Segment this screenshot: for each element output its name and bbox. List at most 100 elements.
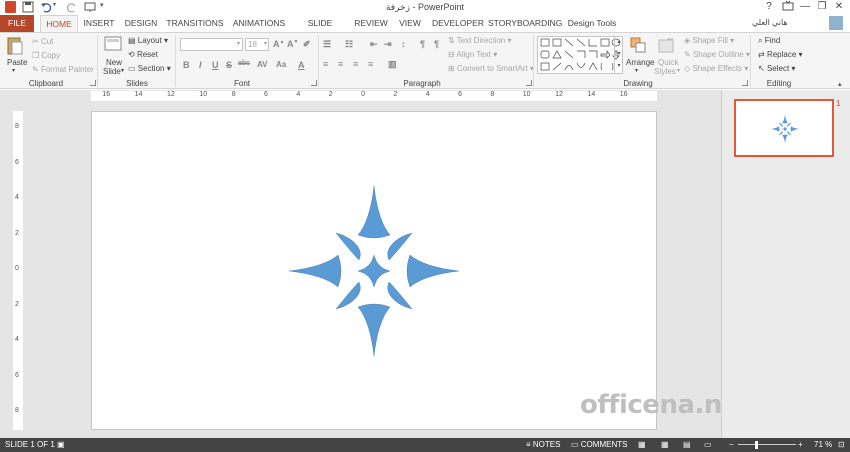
format-painter-button[interactable]: ✎ Format Painter [32,65,94,74]
rtl-button[interactable]: ¶ [420,39,425,49]
bullets-button[interactable]: ☰ [323,39,331,50]
change-case-button[interactable]: Aa [276,60,286,69]
arrange-icon[interactable] [629,36,647,56]
clear-formatting-button[interactable]: ✐ [303,39,311,50]
font-size-field[interactable]: 18 ▾ [245,38,269,51]
collapse-ribbon-icon[interactable]: ▴ [838,80,842,88]
zoom-in-button[interactable]: + [798,440,803,449]
replace-button[interactable]: ⇄ Replace ▾ [758,50,803,59]
ornament-star-shape[interactable] [92,112,658,431]
quick-styles-button-line2[interactable]: Styles [654,67,676,76]
columns-button[interactable]: ▥ [388,59,397,70]
justify-button[interactable]: ≡ [368,59,373,69]
italic-button[interactable]: I [199,60,202,70]
align-text-button[interactable]: ⊟ Align Text ▾ [448,50,497,59]
grow-font-button[interactable]: A▲ [273,39,284,49]
tab-developer[interactable]: DEVELOPER [432,15,484,32]
paste-button[interactable]: Paste [7,58,27,67]
find-button[interactable]: ⌕ Find [758,36,780,46]
shape-effects-button[interactable]: ◇ Shape Effects ▾ [684,64,748,73]
shapes-gallery[interactable] [537,36,623,74]
slide-sorter-view-icon[interactable]: ▦ [661,440,669,449]
help-icon[interactable]: ? [762,0,776,14]
new-slide-button-line1[interactable]: New [106,58,122,67]
minimize-button[interactable]: — [798,0,812,14]
paragraph-launcher-icon[interactable] [526,80,532,86]
paste-dropdown-icon[interactable]: ▾ [12,67,15,74]
slide-thumbnail[interactable] [734,99,834,157]
text-direction-button[interactable]: ⇅ Text Direction ▾ [448,36,512,45]
strikethrough-button[interactable]: S [226,60,232,70]
zoom-slider[interactable] [738,444,796,445]
avatar[interactable] [829,16,843,30]
convert-smartart-button[interactable]: ⊞ Convert to SmartArt ▾ [448,64,534,73]
numbering-button[interactable]: ☷ [345,39,353,50]
font-name-field[interactable]: ▾ [180,38,243,51]
font-size-dropdown-icon[interactable]: ▾ [264,40,267,47]
tab-transitions[interactable]: TRANSITIONS [166,15,224,32]
font-launcher-icon[interactable] [311,80,317,86]
arrange-dropdown-icon[interactable]: ▾ [635,67,638,74]
ribbon-display-icon[interactable] [781,0,795,14]
slideshow-view-icon[interactable]: ▭ [704,440,712,449]
quick-styles-dropdown-icon[interactable]: ▾ [677,67,680,74]
section-button[interactable]: ▭ Section ▾ [128,64,171,73]
tab-storyboarding[interactable]: STORYBOARDING [488,15,562,32]
select-button[interactable]: ↖ Select ▾ [758,64,795,73]
cut-button[interactable]: ✂ Cut [32,37,53,46]
tab-design[interactable]: DESIGN [123,15,159,32]
shapes-gallery-more-icon[interactable]: ▴ ▾ ▾ [614,36,623,74]
tab-slide-show[interactable]: SLIDE SHOW [294,15,346,45]
clipboard-launcher-icon[interactable] [90,80,96,86]
paste-icon[interactable] [6,36,24,56]
copy-button[interactable]: ❐ Copy [32,51,60,60]
shrink-font-button[interactable]: A▼ [287,39,298,49]
shadow-button[interactable]: abc [238,60,250,67]
tab-design-tools[interactable]: Design Tools [566,15,618,32]
ltr-button[interactable]: ¶ [434,39,439,49]
shape-fill-button[interactable]: ◈ Shape Fill ▾ [684,36,734,45]
zoom-out-button[interactable]: − [729,440,734,449]
zoom-level[interactable]: 71 % [814,440,832,449]
increase-indent-button[interactable]: ⇥ [384,39,392,50]
line-spacing-button[interactable]: ↕ [401,39,406,49]
user-name[interactable]: هاني العلي [752,18,788,27]
tab-review[interactable]: REVIEW [353,15,389,32]
align-left-button[interactable]: ≡ [323,59,328,69]
slide-counter[interactable]: SLIDE 1 OF 1 [5,440,55,449]
font-color-button[interactable]: A [298,60,305,70]
reading-view-icon[interactable]: ▤ [683,440,691,449]
arrange-button[interactable]: Arrange [626,58,654,67]
close-button[interactable]: ✕ [832,0,846,14]
tab-insert[interactable]: INSERT [82,15,116,32]
notes-button[interactable]: ≡ NOTES [526,440,560,449]
decrease-indent-button[interactable]: ⇤ [370,39,378,50]
reset-button[interactable]: ⟲ Reset [128,50,158,59]
zoom-slider-thumb[interactable] [755,441,758,449]
drawing-launcher-icon[interactable] [742,80,748,86]
tab-animations[interactable]: ANIMATIONS [230,15,288,32]
quick-styles-button-line1[interactable]: Quick [658,58,678,67]
bold-button[interactable]: B [183,60,190,70]
tab-file[interactable]: FILE [0,15,34,32]
slide-canvas[interactable] [91,111,657,430]
layout-button[interactable]: ▤ Layout ▾ [128,36,168,45]
font-name-dropdown-icon[interactable]: ▾ [237,40,240,47]
new-slide-icon[interactable] [104,36,122,52]
comments-button[interactable]: ▭ COMMENTS [571,440,627,449]
restore-button[interactable]: ❐ [815,0,829,14]
fit-to-window-icon[interactable]: ⊡ [838,440,845,449]
tab-home[interactable]: HOME [40,15,78,33]
spell-check-icon[interactable]: ▣ [57,440,65,449]
new-slide-button-line2[interactable]: Slide [103,67,121,76]
horizontal-ruler[interactable]: 16 14 12 10 8 6 4 2 0 2 4 6 8 10 12 14 16 [91,91,657,101]
underline-button[interactable]: U [212,60,219,70]
quick-styles-icon[interactable] [658,36,676,56]
character-spacing-button[interactable]: AV [257,60,268,69]
vertical-ruler[interactable]: 8 6 4 2 0 2 4 6 8 [13,111,23,430]
align-center-button[interactable]: ≡ [338,59,343,69]
tab-view[interactable]: VIEW [396,15,424,32]
normal-view-icon[interactable]: ▦ [638,440,646,449]
align-right-button[interactable]: ≡ [353,59,358,69]
shape-outline-button[interactable]: ✎ Shape Outline ▾ [684,50,750,59]
